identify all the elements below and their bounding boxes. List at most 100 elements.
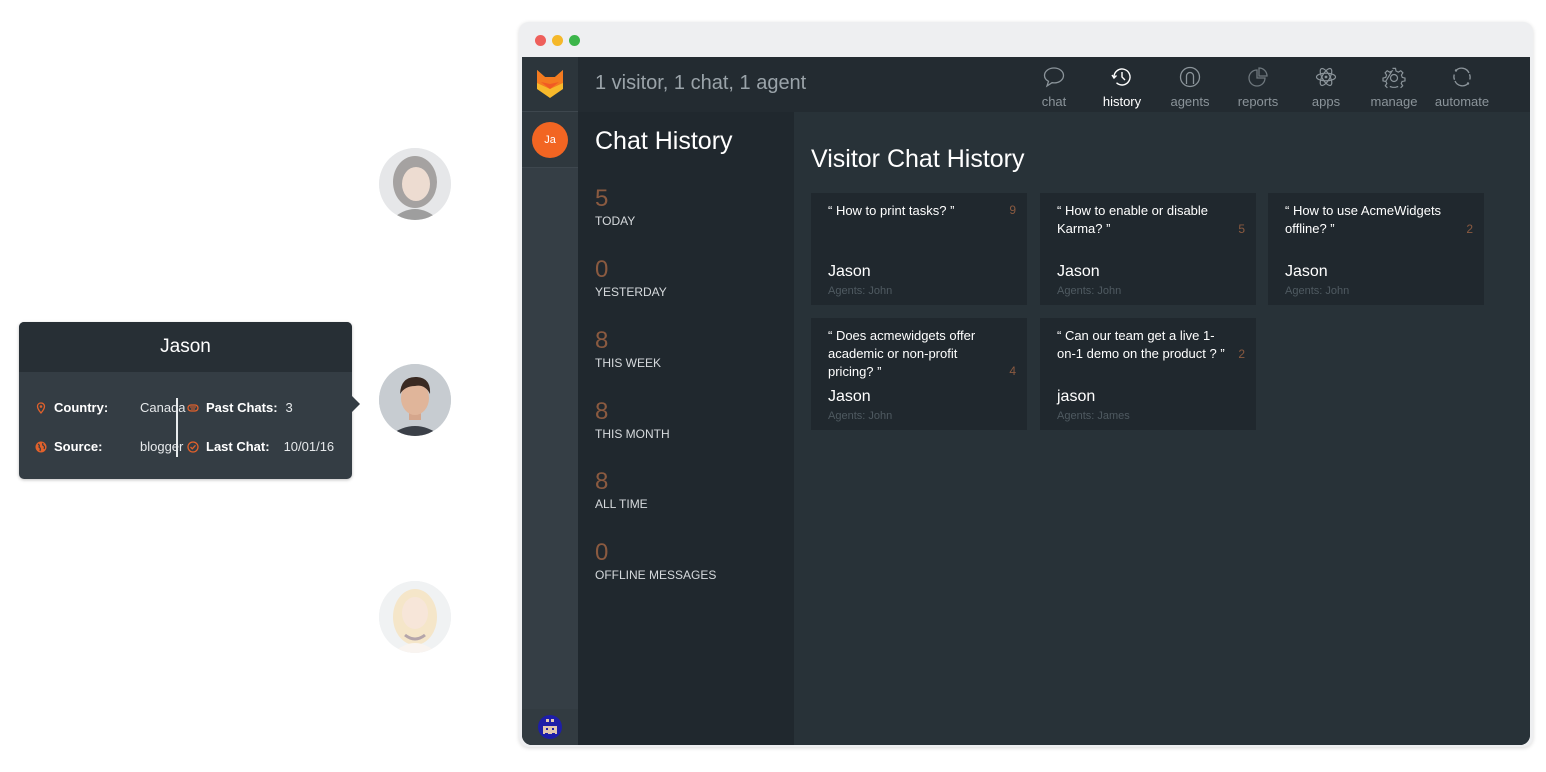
globe-icon [35,441,47,453]
visitor-name: jason [1057,388,1096,405]
visitor-name: Jason [828,263,871,280]
chat-question: “ How to enable or disable Karma? ” [1057,203,1209,236]
stat-label: ALL TIME [595,497,648,511]
agent-avatar[interactable] [522,709,578,745]
chat-question: “ How to use AcmeWidgets offline? ” [1285,203,1442,236]
agents-label: Agents: John [828,285,893,297]
gear-icon [1382,67,1406,89]
chat-card[interactable]: “ How to enable or disable Karma? ” 5 Ja… [1040,193,1256,305]
main-content: Visitor Chat History “ How to print task… [794,112,1530,745]
chat-card[interactable]: “ Can our team get a live 1-on-1 demo on… [1040,318,1256,430]
stat-label: YESTERDAY [595,285,667,299]
check-circle-icon [187,440,199,453]
nav-label: agents [1170,94,1210,109]
agents-label: Agents: John [1285,285,1350,297]
nav-label: automate [1434,94,1490,109]
nav-label: history [1102,94,1142,109]
history-clock-icon [1111,68,1131,86]
past-chats-label: Past Chats: [206,400,278,415]
stat-value: 8 [595,398,609,425]
message-count: 2 [1238,347,1245,361]
nav-history[interactable]: history [1088,57,1156,112]
stat-value: 5 [595,185,609,212]
stat-value: 8 [595,327,609,354]
visitor-avatar-jason[interactable] [379,364,451,436]
window-maximize-button[interactable] [569,35,580,46]
stat-label: THIS WEEK [595,356,662,370]
stat-value: 8 [595,468,609,495]
logo[interactable] [522,57,578,112]
stat-yesterday[interactable]: 0 YESTERDAY [595,256,667,299]
message-count: 4 [1009,364,1016,378]
chat-question: “ How to print tasks? ” [828,203,955,218]
country-label: Country: [54,400,109,415]
main-nav: chat history agents reports apps manage … [1020,57,1496,112]
nav-reports[interactable]: reports [1224,57,1292,112]
pie-chart-icon [1248,67,1268,87]
visitor-avatar[interactable] [379,148,451,220]
nav-apps[interactable]: apps [1292,57,1360,112]
chat-card[interactable]: “ How to print tasks? ” 9 Jason Agents: … [811,193,1027,305]
nav-label: reports [1237,94,1279,109]
message-count: 9 [1009,203,1016,217]
source-row: Source: blogger [35,439,183,454]
stat-this-week[interactable]: 8 THIS WEEK [595,327,661,370]
status-summary: 1 visitor, 1 chat, 1 agent [595,72,807,94]
chat-question: “ Can our team get a live 1-on-1 demo on… [1057,328,1225,361]
person-photo-icon [379,148,451,220]
stat-label: THIS MONTH [595,427,670,441]
location-pin-icon [35,401,47,414]
person-photo-icon [379,364,451,436]
stat-all-time[interactable]: 8 ALL TIME [595,468,648,511]
stat-label: OFFLINE MESSAGES [595,568,717,582]
nav-label: chat [1041,94,1067,109]
nav-manage[interactable]: manage [1360,57,1428,112]
past-chats-value: 3 [285,400,293,415]
user-avatar[interactable]: Ja [532,121,568,158]
nav-chat[interactable]: chat [1020,57,1088,112]
message-count: 5 [1238,222,1245,236]
source-value: blogger [140,439,184,454]
stat-today[interactable]: 5 TODAY [595,185,635,228]
pixel-agent-avatar-icon [538,715,562,739]
window-close-button[interactable] [535,35,546,46]
chat-bubble-icon [1043,67,1065,88]
last-chat-label: Last Chat: [206,439,270,454]
agents-label: Agents: James [1057,410,1130,422]
chat-card[interactable]: “ How to use AcmeWidgets offline? ” 2 Ja… [1268,193,1484,305]
nav-automate[interactable]: automate [1428,57,1496,112]
refresh-cycle-icon [1453,67,1471,87]
nav-agents[interactable]: agents [1156,57,1224,112]
stat-value: 0 [595,256,609,283]
visitor-name: Jason [1285,263,1328,280]
current-chat-user[interactable]: Ja [522,112,578,168]
stat-this-month[interactable]: 8 THIS MONTH [595,398,670,441]
agents-label: Agents: John [1057,285,1122,297]
nav-label: apps [1311,94,1341,109]
chat-bubbles-icon [187,402,199,414]
visitor-name: Jason [1057,263,1100,280]
agents-label: Agents: John [828,410,893,422]
app-container: Ja 1 visitor, 1 chat, 1 agent chat histo… [522,57,1530,745]
agent-user-icon [1179,66,1201,88]
past-chats-row: Past Chats: 3 [187,400,293,415]
stat-offline-messages[interactable]: 0 OFFLINE MESSAGES [595,539,716,582]
chat-question: “ Does acmewidgets offer academic or non… [828,328,976,379]
page-title: Visitor Chat History [811,145,1025,173]
fox-logo-icon [537,70,563,98]
visitor-avatar[interactable] [379,581,451,653]
country-row: Country: Canada [35,400,186,415]
window-titlebar [519,22,1533,56]
window-minimize-button[interactable] [552,35,563,46]
chat-card[interactable]: “ Does acmewidgets offer academic or non… [811,318,1027,430]
top-bar: 1 visitor, 1 chat, 1 agent chat history … [578,57,1530,112]
tooltip-arrow [352,396,360,412]
person-photo-icon [379,581,451,653]
stat-value: 0 [595,539,609,566]
stat-label: TODAY [595,214,636,228]
visitor-info-card: Jason Country: Canada Source: blogger Pa… [19,322,360,479]
last-chat-value: 10/01/16 [283,439,335,454]
last-chat-row: Last Chat: 10/01/16 [187,439,334,454]
country-value: Canada [140,400,186,415]
panel-title: Chat History [595,127,733,155]
